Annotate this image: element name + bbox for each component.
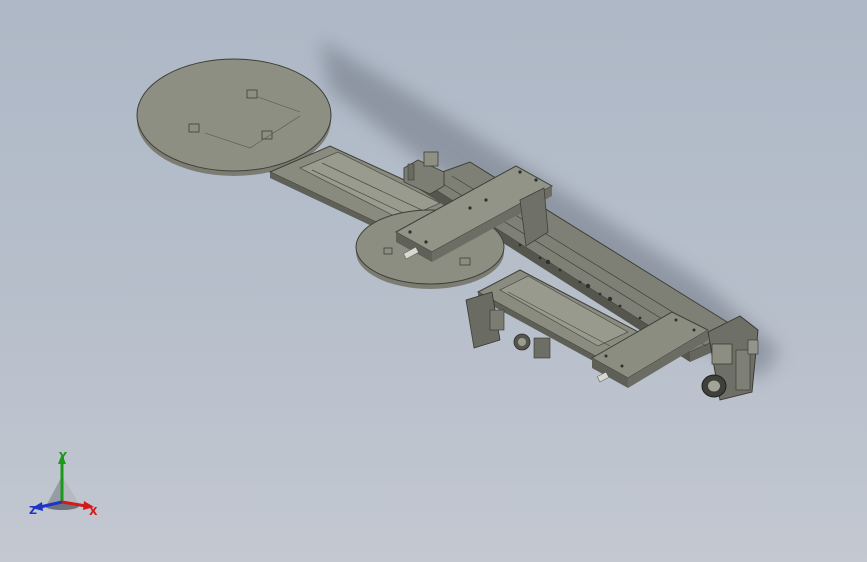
triad-x-label: X xyxy=(89,505,98,518)
cad-model-view[interactable] xyxy=(0,0,867,562)
triad-y-label: Y xyxy=(59,450,67,463)
graphics-viewport[interactable]: Y X Z xyxy=(0,0,867,562)
timing-pulley[interactable] xyxy=(513,333,551,359)
triad-z-label: Z xyxy=(29,504,37,517)
proximity-sensor[interactable] xyxy=(596,371,610,383)
